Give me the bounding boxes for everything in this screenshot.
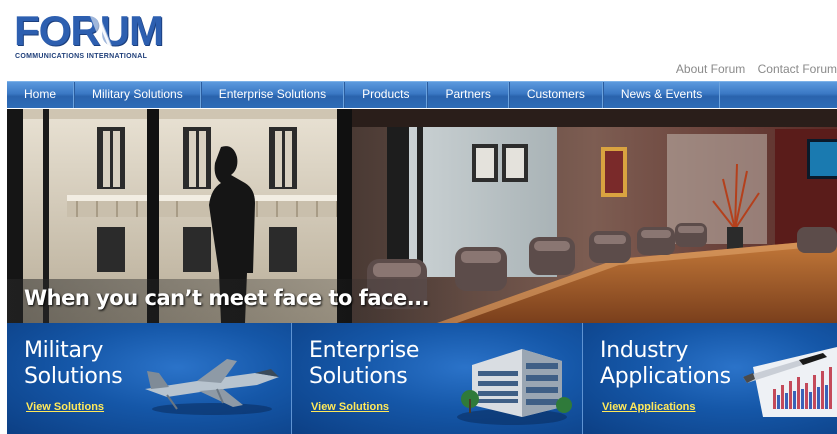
feature-enterprise-solutions[interactable]: Enterprise Solutions View Solutions	[292, 323, 583, 434]
feature-industry-applications[interactable]: Industry Applications View Applications	[583, 323, 837, 434]
about-forum-link[interactable]: About Forum	[676, 62, 745, 76]
nav-item-military-solutions[interactable]: Military Solutions	[74, 82, 201, 108]
feature-title-line2: Solutions	[24, 364, 123, 389]
feature-title-line1: Industry	[600, 338, 689, 363]
nav-item-enterprise-solutions[interactable]: Enterprise Solutions	[200, 82, 345, 108]
nav-item-partners[interactable]: Partners	[427, 82, 509, 108]
feature-military-solutions[interactable]: Military Solutions View Solutions	[7, 323, 292, 434]
feature-title: Industry Applications	[600, 338, 731, 390]
forum-logo[interactable]: FORUM COMMUNICATIONS INTERNATIONAL	[14, 9, 168, 63]
feature-title: Military Solutions	[24, 338, 123, 390]
nav-item-customers[interactable]: Customers	[508, 82, 603, 108]
view-enterprise-solutions-link[interactable]: View Solutions	[311, 401, 389, 413]
nav-item-products[interactable]: Products	[344, 82, 428, 108]
hero-caption: When you can’t meet face to face...	[24, 286, 430, 310]
feature-title: Enterprise Solutions	[309, 338, 419, 390]
nav-item-home[interactable]: Home	[7, 82, 75, 108]
fighter-jet-icon	[145, 359, 279, 415]
main-nav: Home Military Solutions Enterprise Solut…	[7, 81, 837, 108]
utility-links: About Forum Contact Forum	[667, 62, 837, 76]
view-industry-applications-link[interactable]: View Applications	[602, 401, 696, 413]
view-military-solutions-link[interactable]: View Solutions	[26, 401, 104, 413]
logo-tagline: COMMUNICATIONS INTERNATIONAL	[15, 53, 148, 60]
contact-forum-link[interactable]: Contact Forum	[758, 62, 837, 76]
feature-title-line2: Applications	[600, 364, 731, 389]
office-building-icon	[457, 349, 572, 425]
pen-chart-icon	[743, 347, 837, 417]
feature-row: Military Solutions View Solutions Enterp…	[7, 323, 837, 434]
nav-item-news-events[interactable]: News & Events	[602, 82, 721, 108]
feature-title-line1: Military	[24, 338, 104, 363]
hero-banner: When you can’t meet face to face...	[7, 109, 837, 323]
site-header: FORUM COMMUNICATIONS INTERNATIONAL About…	[0, 0, 837, 80]
feature-title-line1: Enterprise	[309, 338, 420, 363]
feature-title-line2: Solutions	[309, 364, 408, 389]
logo-swoosh-icon	[88, 11, 114, 51]
